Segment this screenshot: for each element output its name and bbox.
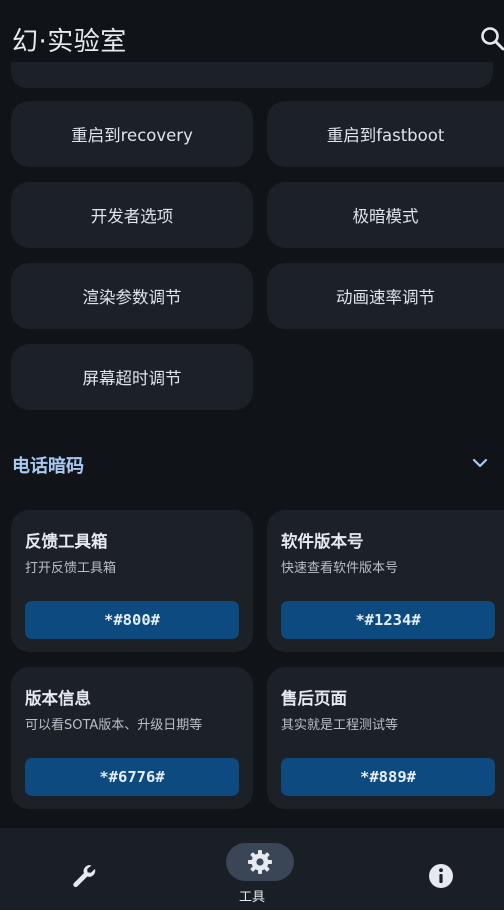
- code-button[interactable]: *#6776#: [25, 758, 239, 796]
- code-card-software-version: 软件版本号 快速查看软件版本号 *#1234#: [267, 510, 504, 652]
- app-title: 幻·实验室: [12, 27, 127, 57]
- code-button[interactable]: *#1234#: [281, 601, 495, 639]
- nav-label-tools: 工具: [238, 890, 265, 905]
- card-description: 可以看SOTA版本、升级日期等: [25, 718, 203, 733]
- card-description: 快速查看软件版本号: [281, 561, 399, 576]
- code-button[interactable]: *#800#: [25, 601, 239, 639]
- search-icon[interactable]: [480, 26, 504, 52]
- reboot-recovery-button[interactable]: 重启到recovery: [11, 101, 253, 167]
- code-card-feedback-toolbox: 反馈工具箱 打开反馈工具箱 *#800#: [11, 510, 253, 652]
- card-title: 版本信息: [25, 689, 91, 708]
- developer-options-button[interactable]: 开发者选项: [11, 182, 253, 248]
- extra-dim-button[interactable]: 极暗模式: [267, 182, 504, 248]
- reboot-fastboot-button[interactable]: 重启到fastboot: [267, 101, 504, 167]
- nav-active-indicator: [226, 843, 294, 881]
- card-description: 其实就是工程测试等: [281, 718, 399, 733]
- info-icon: [429, 864, 453, 888]
- gear-icon: [248, 850, 272, 874]
- card-title: 售后页面: [281, 689, 347, 708]
- code-button[interactable]: *#889#: [281, 758, 495, 796]
- section-header-secret-codes[interactable]: 电话暗码: [0, 438, 504, 490]
- card-description: 打开反馈工具箱: [25, 561, 117, 576]
- section-title: 电话暗码: [12, 456, 84, 477]
- nav-item-wrench[interactable]: [0, 828, 168, 910]
- previous-card-edge: [11, 62, 493, 88]
- code-card-after-sales: 售后页面 其实就是工程测试等 *#889#: [267, 667, 504, 809]
- chevron-down-icon[interactable]: [472, 456, 488, 470]
- card-title: 软件版本号: [281, 532, 364, 551]
- card-title: 反馈工具箱: [25, 532, 108, 551]
- animation-speed-button[interactable]: 动画速率调节: [267, 263, 504, 329]
- screen-timeout-button[interactable]: 屏幕超时调节: [11, 344, 253, 410]
- code-card-version-info: 版本信息 可以看SOTA版本、升级日期等 *#6776#: [11, 667, 253, 809]
- wrench-icon: [73, 865, 96, 888]
- render-params-button[interactable]: 渲染参数调节: [11, 263, 253, 329]
- nav-item-info[interactable]: [336, 828, 504, 910]
- nav-item-tools[interactable]: 工具: [168, 828, 336, 910]
- bottom-navigation: 工具: [0, 828, 504, 910]
